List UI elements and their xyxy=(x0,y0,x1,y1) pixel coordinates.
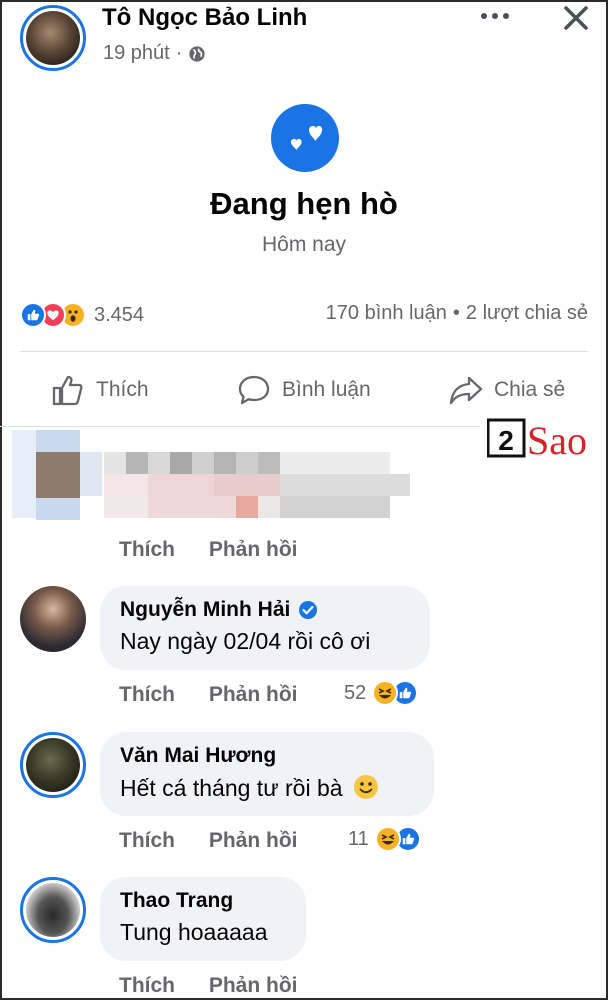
globe-icon xyxy=(189,45,206,62)
comment-label: Bình luận xyxy=(282,378,371,401)
meta-dot: · xyxy=(175,42,183,64)
comment-like-button[interactable]: Thích xyxy=(119,974,175,997)
comment-like-button[interactable]: Thích xyxy=(119,538,175,561)
comment-text-content: Hết cá tháng tư rồi bà xyxy=(120,775,343,801)
haha-icon xyxy=(372,680,399,706)
comment-reply-button[interactable]: Phản hồi xyxy=(209,974,298,997)
comment-like-button[interactable]: Thích xyxy=(119,829,175,852)
comment-author-name: Nguyễn Minh Hải xyxy=(120,598,291,621)
comment-button[interactable]: Bình luận xyxy=(236,370,371,410)
post-stats: 170 bình luận • 2 lượt chia sẻ xyxy=(326,302,588,325)
comment-actions: Thích Phản hồi xyxy=(119,683,298,707)
reaction-summary[interactable]: 3.454 xyxy=(20,300,144,330)
comment-icon xyxy=(238,375,270,405)
share-label: Chia sẻ xyxy=(494,378,566,401)
verified-badge-icon xyxy=(299,601,318,619)
comment-reply-button[interactable]: Phản hồi xyxy=(209,683,298,706)
hearts-icon xyxy=(271,104,339,172)
like-label: Thích xyxy=(96,378,149,401)
avatar[interactable] xyxy=(20,877,86,943)
smile-emoji-icon xyxy=(353,775,378,799)
comment-author-name: Thao Trang xyxy=(120,889,234,912)
comment-bubble: Nguyễn Minh Hải Nay ngày 02/04 rồi cô ơi xyxy=(100,586,430,670)
post-meta: 19 phút · xyxy=(103,42,206,65)
avatar-photo xyxy=(26,883,80,937)
like-button[interactable]: Thích xyxy=(50,370,149,410)
comment-actions: Thích Phản hồi xyxy=(119,829,298,853)
comment-author-name: Văn Mai Hương xyxy=(120,744,277,767)
watermark-number: 2 xyxy=(498,425,514,456)
author-name[interactable]: Tô Ngọc Bảo Linh xyxy=(102,4,307,32)
haha-icon xyxy=(374,826,401,852)
avatar[interactable] xyxy=(20,732,86,798)
thumbs-up-icon xyxy=(52,375,83,406)
author-photo xyxy=(26,11,80,65)
post-header: Tô Ngọc Bảo Linh 19 phút · xyxy=(0,0,608,80)
watermark-logo: 2 Sao xyxy=(486,414,595,463)
comment-count[interactable]: 170 bình luận xyxy=(326,302,447,325)
divider xyxy=(20,351,588,352)
stats-separator: • xyxy=(452,302,460,324)
author-avatar[interactable] xyxy=(20,5,86,71)
share-icon xyxy=(449,376,483,405)
comment-bubble: Văn Mai Hương Hết cá tháng tư rồi bà xyxy=(100,732,434,816)
comment-author[interactable]: Thao Trang xyxy=(120,889,286,913)
share-count[interactable]: 2 lượt chia sẻ xyxy=(466,302,588,325)
comment-reaction-count: 11 xyxy=(348,827,369,850)
divider xyxy=(0,426,480,427)
comment-text: Hết cá tháng tư rồi bà xyxy=(120,774,414,802)
avatar[interactable] xyxy=(20,586,86,652)
comment-author[interactable]: Nguyễn Minh Hải xyxy=(120,598,410,622)
comment-reply-button[interactable]: Phản hồi xyxy=(209,829,298,852)
comment-reaction-count: 52 xyxy=(344,681,367,704)
share-button[interactable]: Chia sẻ xyxy=(448,370,565,410)
comment-reactions[interactable]: 52 xyxy=(344,680,419,706)
more-icon[interactable] xyxy=(481,4,517,28)
comment-like-button[interactable]: Thích xyxy=(119,683,175,706)
comment-actions: Thích Phản hồi xyxy=(119,538,298,562)
close-icon[interactable] xyxy=(560,2,592,34)
comment-author[interactable]: Văn Mai Hương xyxy=(120,744,414,768)
comment-reply-button[interactable]: Phản hồi xyxy=(209,538,298,561)
like-icon xyxy=(20,302,46,328)
comment-reactions[interactable]: 11 xyxy=(348,826,421,852)
event-date: Hôm nay xyxy=(261,233,347,256)
comment-bubble: Thao Trang Tung hoaaaaa xyxy=(100,877,306,961)
event-title: Đang hẹn hò xyxy=(210,186,398,221)
comment-text: Tung hoaaaaa xyxy=(120,919,268,945)
comment-actions: Thích Phản hồi xyxy=(119,974,298,998)
reaction-count: 3.454 xyxy=(94,303,145,326)
avatar-photo xyxy=(26,738,80,792)
comment-text: Nay ngày 02/04 rồi cô ơi xyxy=(120,628,371,654)
watermark-word: Sao xyxy=(527,418,587,460)
post-time[interactable]: 19 phút xyxy=(103,42,170,65)
